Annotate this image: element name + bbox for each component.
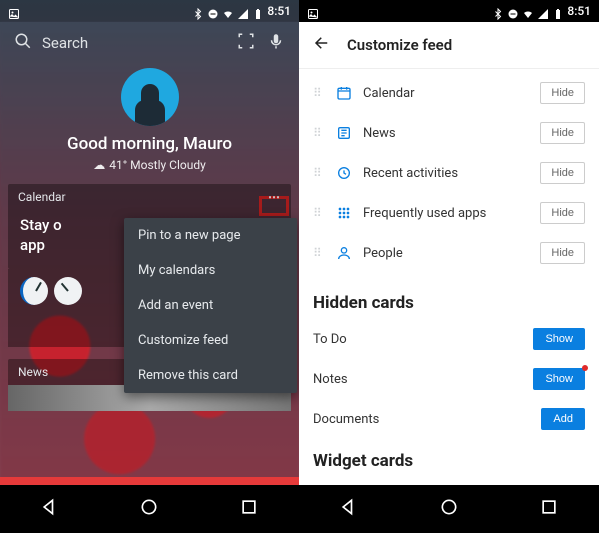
menu-remove-card[interactable]: Remove this card [124,358,297,393]
signal-icon [237,5,249,17]
drag-handle-icon[interactable]: ⠿ [313,130,325,136]
clock-icon [20,277,48,305]
search-placeholder: Search [42,34,227,52]
feed-label: News [363,126,530,141]
show-button[interactable]: Show [533,368,585,390]
feed-label: People [363,246,530,261]
hide-button[interactable]: Hide [540,202,585,224]
nav-recent-icon[interactable] [239,497,259,521]
greeting-text: Good morning, Mauro [0,134,299,154]
weather-icon: ☁ [93,158,105,172]
status-time: 8:51 [267,4,291,18]
hide-button[interactable]: Hide [540,242,585,264]
menu-add-event[interactable]: Add an event [124,288,297,323]
battery-icon [252,5,264,17]
hidden-cards-title: Hidden cards [299,281,599,319]
hidden-label: Notes [313,372,348,387]
hidden-label: To Do [313,332,347,347]
search-bar[interactable]: Search [0,22,299,64]
news-icon [335,124,353,142]
feed-item-calendar[interactable]: ⠿ Calendar Hide [313,73,585,113]
back-icon[interactable] [313,34,331,56]
feed-label: Frequently used apps [363,206,530,221]
android-navbar [0,485,299,533]
hidden-label: Documents [313,412,379,427]
battery-icon [552,5,564,17]
mic-icon[interactable] [267,32,285,54]
calendar-icon [335,84,353,102]
clock-icon [54,277,82,305]
hide-button[interactable]: Hide [540,162,585,184]
dnd-icon [207,5,219,17]
hidden-item-notes: Notes Show [313,359,585,399]
hidden-item-todo: To Do Show [313,319,585,359]
dnd-icon [507,5,519,17]
widget-cards-title: Widget cards [299,439,599,477]
hidden-list: To Do Show Notes Show Documents Add [299,319,599,439]
gallery-icon [307,5,319,17]
menu-my-calendars[interactable]: My calendars [124,253,297,288]
status-bar: 8:51 [299,0,599,22]
status-time: 8:51 [567,4,591,18]
feed-item-people[interactable]: ⠿ People Hide [313,233,585,273]
feed-label: Calendar [363,86,530,101]
add-button[interactable]: Add [541,408,585,430]
wifi-icon [222,5,234,17]
feed-item-news[interactable]: ⠿ News Hide [313,113,585,153]
drag-handle-icon[interactable]: ⠿ [313,90,325,96]
feed-label: Recent activities [363,166,530,181]
nav-home-icon[interactable] [439,497,459,521]
hide-button[interactable]: Hide [540,122,585,144]
context-menu: Pin to a new page My calendars Add an ev… [124,218,297,393]
apps-icon [335,204,353,222]
signal-icon [537,5,549,17]
bluetooth-icon [192,5,204,17]
feed-item-freq-apps[interactable]: ⠿ Frequently used apps Hide [313,193,585,233]
calendar-card-title: Calendar [18,190,66,204]
weather-text: ☁ 41° Mostly Cloudy [0,158,299,172]
page-title: Customize feed [347,36,452,54]
android-navbar [299,485,599,533]
hidden-item-documents: Documents Add [313,399,585,439]
scan-icon[interactable] [237,32,255,54]
menu-customize-feed[interactable]: Customize feed [124,323,297,358]
nav-back-icon[interactable] [339,497,359,521]
show-button[interactable]: Show [533,328,585,350]
search-icon [14,32,32,54]
feed-list: ⠿ Calendar Hide ⠿ News Hide ⠿ Recent act… [299,69,599,281]
hide-button[interactable]: Hide [540,82,585,104]
drag-handle-icon[interactable]: ⠿ [313,170,325,176]
phone-right: 8:51 Customize feed ⠿ Calendar Hide ⠿ Ne… [299,0,599,533]
bluetooth-icon [492,5,504,17]
drag-handle-icon[interactable]: ⠿ [313,210,325,216]
page-header: Customize feed [299,22,599,69]
menu-pin[interactable]: Pin to a new page [124,218,297,253]
gallery-icon [8,5,20,17]
nav-back-icon[interactable] [40,497,60,521]
wifi-icon [522,5,534,17]
news-card-title: News [18,365,48,379]
avatar[interactable] [121,68,179,126]
nav-recent-icon[interactable] [539,497,559,521]
weather-value: 41° Mostly Cloudy [109,158,206,172]
drag-handle-icon[interactable]: ⠿ [313,250,325,256]
status-bar: 8:51 [0,0,299,22]
hero: Good morning, Mauro ☁ 41° Mostly Cloudy [0,68,299,172]
card-more-icon[interactable]: ⋯ [268,190,281,204]
nav-home-icon[interactable] [139,497,159,521]
recent-icon [335,164,353,182]
red-accent-bar [0,477,299,485]
people-icon [335,244,353,262]
phone-left: 8:51 Search Good morning, Mauro ☁ 41° Mo… [0,0,299,533]
feed-item-recent[interactable]: ⠿ Recent activities Hide [313,153,585,193]
